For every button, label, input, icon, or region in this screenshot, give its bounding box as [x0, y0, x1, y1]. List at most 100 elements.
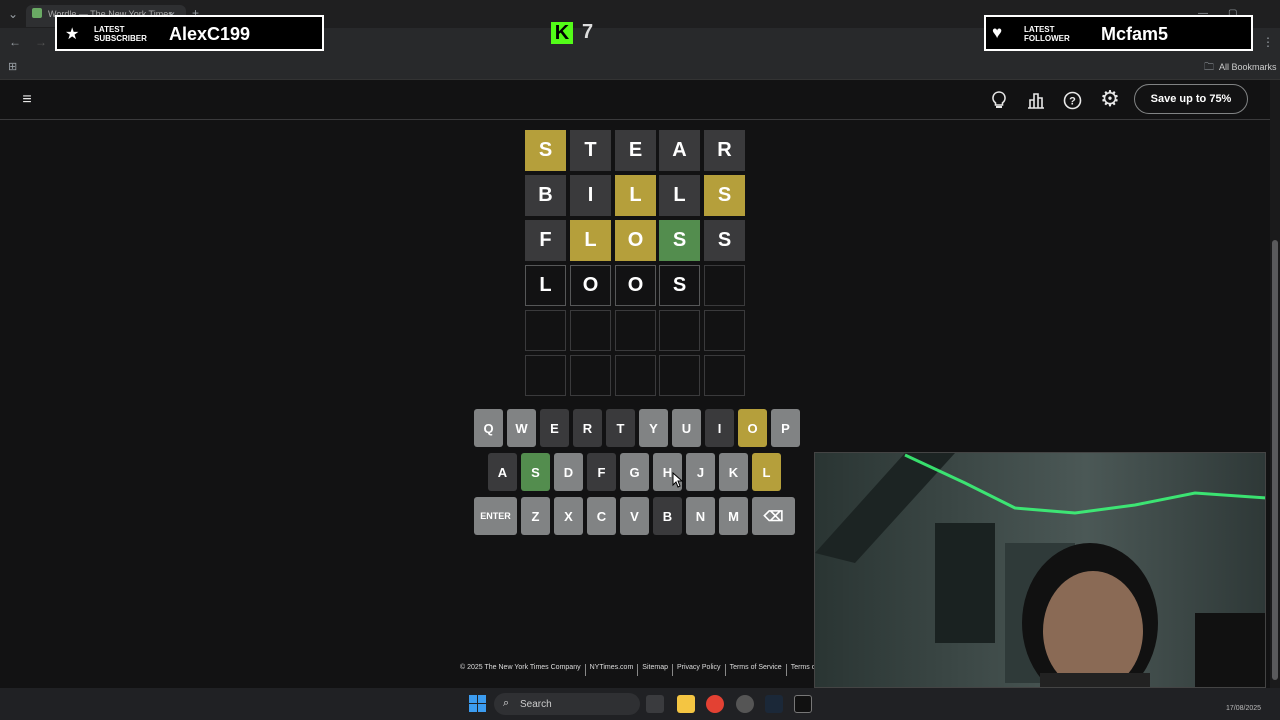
board-tile: B	[525, 175, 566, 216]
browser-menu-icon[interactable]: ⋮	[1262, 36, 1274, 48]
board-tile	[659, 310, 700, 351]
latest-subscriber-overlay: ★ LATEST SUBSCRIBER AlexC199	[55, 15, 324, 51]
footer-copyright: © 2025 The New York Times Company	[460, 664, 586, 676]
enter-key[interactable]: ENTER	[474, 497, 517, 535]
board-tile: L	[615, 175, 656, 216]
board-tile: O	[615, 265, 656, 306]
star-icon: ★	[65, 26, 80, 43]
heart-icon: ♥	[992, 23, 1003, 42]
board-tile: O	[615, 220, 656, 261]
scrollbar-thumb[interactable]	[1272, 240, 1278, 680]
key-a[interactable]: A	[488, 453, 517, 491]
board-tile	[659, 355, 700, 396]
board-tile	[615, 355, 656, 396]
key-c[interactable]: C	[587, 497, 616, 535]
save-up-to-75-button[interactable]: Save up to 75%	[1134, 84, 1248, 114]
wordle-favicon-icon	[32, 8, 42, 18]
taskbar-search-placeholder: Search	[520, 698, 552, 710]
windows-start-icon[interactable]	[469, 695, 486, 712]
obs-icon[interactable]	[736, 695, 754, 713]
board-tile: S	[659, 220, 700, 261]
board-tile: S	[704, 175, 745, 216]
key-m[interactable]: M	[719, 497, 748, 535]
footer-link-terms-service[interactable]: Terms of Service	[730, 664, 787, 676]
key-i[interactable]: I	[705, 409, 734, 447]
board-tile: S	[659, 265, 700, 306]
cod-icon[interactable]	[794, 695, 812, 713]
key-u[interactable]: U	[672, 409, 701, 447]
key-j[interactable]: J	[686, 453, 715, 491]
footer-link-sitemap[interactable]: Sitemap	[642, 664, 673, 676]
subscriber-heading-line2: SUBSCRIBER	[94, 34, 147, 43]
lightbulb-icon[interactable]	[988, 89, 1010, 111]
latest-follower-overlay: ♥ LATEST FOLLOWER Mcfam5	[984, 15, 1253, 51]
key-e[interactable]: E	[540, 409, 569, 447]
subscriber-heading-line1: LATEST	[94, 25, 125, 34]
kick-logo-icon: K	[551, 22, 573, 44]
help-icon[interactable]: ?	[1061, 89, 1083, 111]
search-icon: ⌕	[503, 697, 510, 709]
mouse-cursor-icon	[672, 472, 684, 488]
chrome-icon[interactable]	[706, 695, 724, 713]
settings-icon[interactable]: ⚙	[1099, 86, 1121, 111]
steam-icon[interactable]	[765, 695, 783, 713]
footer-link-nytimes[interactable]: NYTimes.com	[590, 664, 639, 676]
backspace-key[interactable]: ⌫	[752, 497, 795, 535]
tab-search-icon[interactable]: ⌄	[8, 8, 18, 20]
key-o[interactable]: O	[738, 409, 767, 447]
apps-grid-icon[interactable]: ⊞	[8, 61, 17, 73]
taskbar-search-box[interactable]: ⌕ Search	[494, 693, 640, 715]
board-tile: A	[659, 130, 700, 171]
bookmarks-bar: ⊞ 🗀 All Bookmarks	[0, 56, 1280, 80]
stats-icon[interactable]	[1025, 89, 1047, 111]
all-bookmarks-link[interactable]: All Bookmarks	[1219, 62, 1277, 72]
board-tile: O	[570, 265, 611, 306]
task-view-icon[interactable]	[646, 695, 664, 713]
board-tile	[525, 310, 566, 351]
windows-taskbar	[0, 688, 1280, 720]
file-explorer-icon[interactable]	[677, 695, 695, 713]
board-tile: F	[525, 220, 566, 261]
webcam-feed	[814, 452, 1266, 688]
follower-name: Mcfam5	[1101, 24, 1169, 44]
back-icon[interactable]: ←	[9, 36, 21, 48]
key-l[interactable]: L	[752, 453, 781, 491]
board-tile	[570, 310, 611, 351]
key-y[interactable]: Y	[639, 409, 668, 447]
key-g[interactable]: G	[620, 453, 649, 491]
footer-link-privacy[interactable]: Privacy Policy	[677, 664, 726, 676]
menu-icon[interactable]: ≡	[16, 89, 38, 111]
board-tile	[704, 310, 745, 351]
key-n[interactable]: N	[686, 497, 715, 535]
board-tile	[704, 355, 745, 396]
forward-icon[interactable]: →	[35, 36, 47, 48]
key-q[interactable]: Q	[474, 409, 503, 447]
follower-heading-line2: FOLLOWER	[1024, 34, 1070, 43]
board-tile: T	[570, 130, 611, 171]
key-w[interactable]: W	[507, 409, 536, 447]
viewer-count: 7	[582, 21, 594, 43]
board-tile: L	[525, 265, 566, 306]
key-v[interactable]: V	[620, 497, 649, 535]
board-tile: L	[570, 220, 611, 261]
key-k[interactable]: K	[719, 453, 748, 491]
board-tile: S	[525, 130, 566, 171]
board-tile: L	[659, 175, 700, 216]
board-tile: I	[570, 175, 611, 216]
key-d[interactable]: D	[554, 453, 583, 491]
footer-links: © 2025 The New York Times Company NYTime…	[460, 664, 833, 676]
key-p[interactable]: P	[771, 409, 800, 447]
key-x[interactable]: X	[554, 497, 583, 535]
key-b[interactable]: B	[653, 497, 682, 535]
subscriber-name: AlexC199	[169, 24, 251, 44]
key-z[interactable]: Z	[521, 497, 550, 535]
board-tile	[704, 265, 745, 306]
key-t[interactable]: T	[606, 409, 635, 447]
board-tile: E	[615, 130, 656, 171]
board-tile: R	[704, 130, 745, 171]
webcam-image	[815, 453, 1265, 687]
key-f[interactable]: F	[587, 453, 616, 491]
board-tile	[570, 355, 611, 396]
key-r[interactable]: R	[573, 409, 602, 447]
key-s[interactable]: S	[521, 453, 550, 491]
